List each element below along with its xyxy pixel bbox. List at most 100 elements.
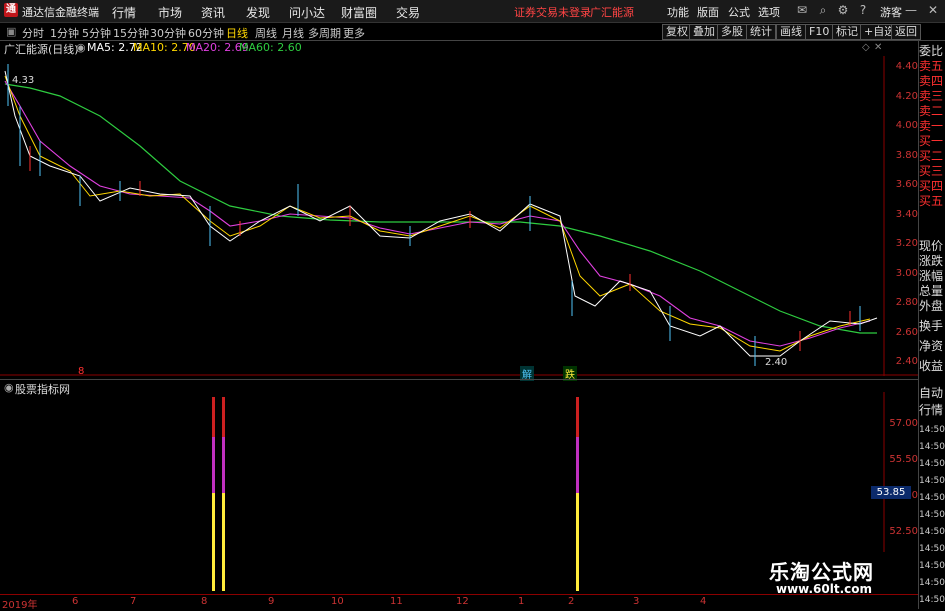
red-candles — [29, 146, 851, 351]
tick-time: 14:50 — [919, 459, 945, 469]
marker-left: 8 — [78, 366, 85, 377]
tick-time: 14:50 — [919, 476, 945, 486]
tick-time: 14:50 — [919, 442, 945, 452]
price-chart[interactable]: 4.33 2.40 — [0, 56, 918, 376]
price-chart-svg — [0, 56, 918, 376]
tick-time: 14:50 — [919, 425, 945, 435]
signal-bar-low — [222, 493, 225, 591]
back-button[interactable]: 返回 — [891, 24, 921, 40]
menu-gongneng[interactable]: 功能 — [667, 4, 689, 20]
tab-30min[interactable]: 30分钟 — [150, 25, 186, 41]
current-value-badge: 53.85 — [871, 486, 911, 499]
side-label: 买三 — [919, 164, 944, 178]
side-label: 现价 — [919, 239, 944, 253]
toolbar-icon[interactable]: ▣ — [6, 25, 16, 38]
tick-time: 14:50 — [919, 527, 945, 537]
draw-line-button[interactable]: 画线 — [776, 24, 806, 40]
tick-time: 14:50 — [919, 595, 945, 605]
tab-15min[interactable]: 15分钟 — [113, 25, 149, 41]
signal-bar-mid — [212, 437, 215, 493]
signal-bar-mid — [222, 437, 225, 493]
side-label: 卖三 — [919, 89, 944, 103]
side-label: 买二 — [919, 149, 944, 163]
tab-weekly[interactable]: 周线 — [255, 25, 277, 41]
menu-jiaoyi[interactable]: 交易 — [396, 4, 420, 21]
close-chart-icon[interactable]: ✕ — [874, 42, 882, 53]
tick-time: 14:50 — [919, 561, 945, 571]
auto-quote-tab[interactable]: 行情 — [919, 403, 945, 417]
menu-zixun[interactable]: 资讯 — [201, 4, 225, 21]
side-label: 收益 — [919, 359, 944, 373]
side-label: 涨幅 — [919, 269, 944, 283]
price-tick: 2.40 — [895, 356, 918, 367]
price-tick: 4.20 — [895, 91, 918, 102]
ma10-line — [4, 75, 871, 352]
signal-bar-mid — [576, 437, 579, 493]
side-label: 总量 — [919, 284, 944, 298]
stock-name-link[interactable]: 广汇能源 — [590, 4, 634, 20]
price-tick: 2.60 — [895, 327, 918, 338]
ma20-line — [4, 80, 871, 347]
minimize-icon[interactable]: — — [902, 2, 920, 18]
tab-1min[interactable]: 1分钟 — [50, 25, 79, 41]
tab-more[interactable]: 更多 — [343, 25, 365, 41]
auto-quote-tab[interactable]: 自动 — [919, 386, 945, 400]
menu-shichang[interactable]: 市场 — [158, 4, 182, 21]
menu-faxian[interactable]: 发现 — [246, 4, 270, 21]
user-label[interactable]: 游客 — [880, 4, 902, 20]
side-label: 涨跌 — [919, 254, 944, 268]
low-annotation: 2.40 — [765, 357, 788, 368]
f10-button[interactable]: F10 — [805, 24, 834, 40]
side-label: 卖二 — [919, 104, 944, 118]
help-icon[interactable]: ? — [854, 2, 872, 18]
candlesticks — [7, 64, 861, 366]
overlay-button[interactable]: 叠加 — [689, 24, 719, 40]
watermark-title: 乐淘公式网 — [769, 560, 874, 584]
fuquan-button[interactable]: 复权 — [662, 24, 692, 40]
stock-title[interactable]: 广汇能源(日线) — [4, 41, 79, 57]
tab-multi-period[interactable]: 多周期 — [308, 25, 341, 41]
tab-fenshi[interactable]: 分时 — [22, 25, 44, 41]
date-tick: 9 — [268, 596, 275, 607]
search-icon[interactable]: ⌕ — [814, 2, 832, 18]
close-icon[interactable]: ✕ — [924, 2, 942, 18]
indicator-toggle-icon[interactable]: ◉ — [76, 41, 86, 54]
tab-60min[interactable]: 60分钟 — [188, 25, 224, 41]
high-annotation: 4.33 — [12, 75, 35, 86]
menu-hangqing[interactable]: 行情 — [112, 4, 136, 21]
login-notice[interactable]: 证券交易未登录 — [514, 4, 591, 20]
tab-5min[interactable]: 5分钟 — [82, 25, 111, 41]
date-tick: 1 — [518, 596, 525, 607]
tab-monthly[interactable]: 月线 — [282, 25, 304, 41]
signal-bar-top — [212, 397, 215, 437]
menu-caifuquan[interactable]: 财富圈 — [341, 4, 377, 21]
app-title: 通达信金融终端 — [22, 6, 99, 19]
mark-button[interactable]: 标记 — [832, 24, 862, 40]
signal-bar-top — [576, 397, 579, 437]
side-label: 卖四 — [919, 74, 944, 88]
side-label: 换手 — [919, 319, 944, 333]
settings-icon[interactable]: ⚙ — [834, 2, 852, 18]
quote-side-panel: 委比 卖五 卖四 卖三 卖二 卖一 买一 买二 买三 买四 买五 现价 涨跌 涨… — [918, 41, 945, 609]
menu-wenxiaoda[interactable]: 问小达 — [289, 4, 325, 21]
indicator-tick: 57.00 — [889, 418, 918, 429]
menu-gongshi[interactable]: 公式 — [728, 4, 750, 20]
multi-stock-button[interactable]: 多股 — [717, 24, 747, 40]
price-tick: 4.40 — [895, 61, 918, 72]
tick-time: 14:50 — [919, 493, 945, 503]
indicator-tick: 52.50 — [889, 526, 918, 537]
date-tick: 8 — [201, 596, 208, 607]
date-tick: 7 — [130, 596, 137, 607]
stats-button[interactable]: 统计 — [746, 24, 776, 40]
side-label: 买四 — [919, 179, 944, 193]
tab-daily[interactable]: 日线 — [226, 25, 248, 41]
menu-banmian[interactable]: 版面 — [697, 4, 719, 20]
diamond-icon[interactable]: ◇ — [862, 42, 870, 53]
mail-icon[interactable]: ✉ — [793, 2, 811, 18]
ma60-value: MA60: 2.60 — [239, 41, 302, 54]
ma60-line — [4, 83, 877, 334]
menu-xuanxiang[interactable]: 选项 — [758, 4, 780, 20]
ma5-line — [4, 70, 878, 357]
date-tick: 11 — [390, 596, 403, 607]
price-tick: 3.00 — [895, 268, 918, 279]
